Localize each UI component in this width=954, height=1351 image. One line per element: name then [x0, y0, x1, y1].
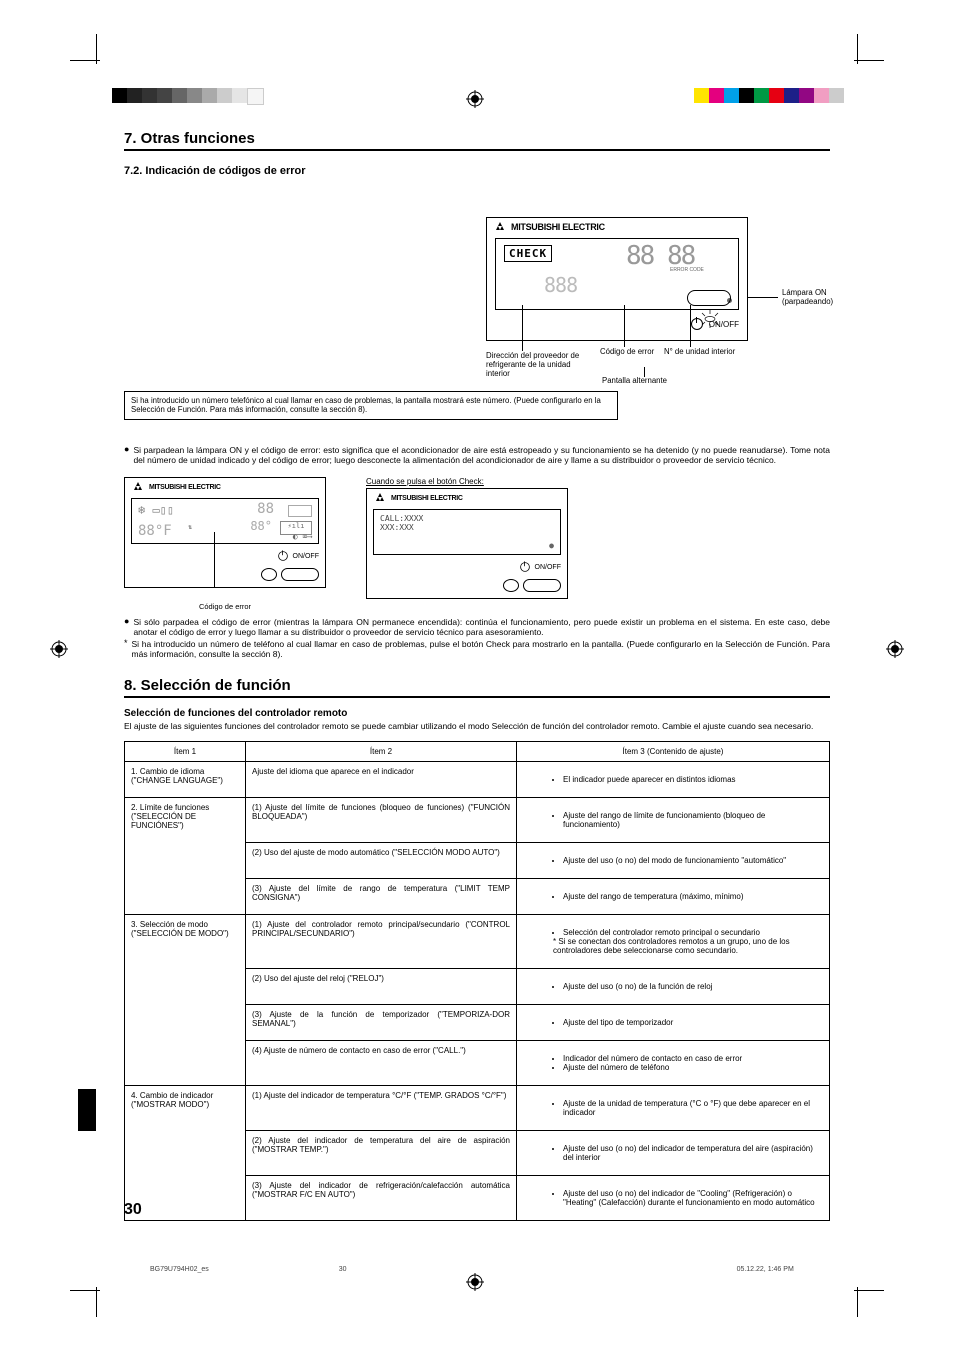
lamp-glow-icon — [699, 310, 721, 330]
brand-label: MITSUBISHI ELECTRIC — [511, 222, 605, 232]
item1-cell: 4. Cambio de indicador ("MOSTRAR MODO") — [125, 1086, 246, 1221]
item1-cell: 2. Límite de funciones ("SELECCIÓN DE FU… — [125, 798, 246, 915]
item2-cell: (1) Ajuste del indicador de temperatura … — [246, 1086, 517, 1131]
remote-small-left: MITSUBISHI ELECTRIC ❄ ▭▯▯ 88 88°F ⇅ 88° … — [124, 477, 326, 588]
item2-cell: (1) Ajuste del controlador remoto princi… — [246, 915, 517, 969]
item3-cell: Ajuste del rango de temperatura (máximo,… — [517, 879, 830, 915]
button-shape — [523, 579, 561, 592]
item2-cell: (3) Ajuste del indicador de refrigeració… — [246, 1176, 517, 1221]
callout-altscreen: Pantalla alternante — [602, 377, 667, 386]
button-shape — [281, 568, 319, 581]
item3-cell: Ajuste del uso (o no) del indicador de "… — [517, 1176, 830, 1221]
error-code-tiny-label: ERROR CODE — [670, 267, 704, 273]
lamp-button-shape — [261, 568, 277, 581]
item2-cell: (2) Uso del ajuste del reloj ("RELOJ") — [246, 969, 517, 1005]
table-row: 4. Cambio de indicador ("MOSTRAR MODO")(… — [125, 1086, 830, 1131]
content: 7. Otras funciones 7.2. Indicación de có… — [124, 130, 830, 1221]
table-header-1: Ítem 1 — [125, 742, 246, 762]
onoff-label: ON/OFF — [293, 553, 319, 560]
brand-label: MITSUBISHI ELECTRIC — [391, 495, 463, 502]
table-header-3: Ítem 3 (Contenido de ajuste) — [517, 742, 830, 762]
mitsubishi-logo-icon — [131, 482, 145, 492]
remote-illustration: MITSUBISHI ELECTRIC CHECK 88 88 ERROR CO… — [486, 217, 748, 341]
section-8-intro-title: Selección de funciones del controlador r… — [124, 708, 830, 719]
item2-cell: (2) Uso del ajuste de modo automático ("… — [246, 843, 517, 879]
table-header-2: Ítem 2 — [246, 742, 517, 762]
callout-unitno: N° de unidad interior — [664, 348, 735, 357]
button-shape — [687, 290, 731, 306]
function-table: Ítem 1 Ítem 2 Ítem 3 (Contenido de ajust… — [124, 741, 830, 1221]
item2-cell: (4) Ajuste de número de contacto en caso… — [246, 1041, 517, 1086]
registration-mark-icon — [466, 1273, 484, 1291]
color-bar-left — [112, 88, 264, 105]
table-row: 3. Selección de modo ("SELECCIÓN DE MODO… — [125, 915, 830, 969]
item3-cell: Ajuste del uso (o no) del modo de funcio… — [517, 843, 830, 879]
callout-lamp: Lámpara ON (parpadeando) — [782, 289, 833, 307]
item2-cell: (2) Ajuste del indicador de temperatura … — [246, 1131, 517, 1176]
item3-cell: Ajuste del uso (o no) de la función de r… — [517, 969, 830, 1005]
footer-file: BG79U794H02_es — [150, 1266, 209, 1273]
footer-page: 30 — [339, 1266, 347, 1273]
bullet-1: ● Si parpadean la lámpara ON y el código… — [124, 445, 830, 465]
lcd-small: CALL:XXXX XXX:XXX ● — [373, 509, 561, 555]
item3-cell: Ajuste del tipo de temporizador — [517, 1005, 830, 1041]
lamp-button-shape — [503, 579, 519, 592]
item3-cell: El indicador puede aparecer en distintos… — [517, 762, 830, 798]
onoff-label: ON/OFF — [535, 564, 561, 571]
star-note-text: Si ha introducido un número de teléfono … — [132, 639, 830, 659]
brand-label: MITSUBISHI ELECTRIC — [149, 484, 221, 491]
registration-mark-icon — [50, 640, 68, 658]
small-figures-row: MITSUBISHI ELECTRIC ❄ ▭▯▯ 88 88°F ⇅ 88° … — [124, 477, 830, 611]
lcd-small: ❄ ▭▯▯ 88 88°F ⇅ 88° ⚡ılı ◐ ⌧⟶ — [131, 498, 319, 544]
seven-segment-mid: 888 — [544, 273, 577, 297]
section-7-2-title: 7.2. Indicación de códigos de error — [124, 165, 830, 177]
callout-refrigerant: Dirección del proveedor de refrigerante … — [486, 352, 596, 379]
page: 7. Otras funciones 7.2. Indicación de có… — [0, 0, 954, 1351]
table-row: 2. Límite de funciones ("SELECCIÓN DE FU… — [125, 798, 830, 843]
asterisk-icon: * — [124, 639, 128, 659]
item3-cell: Ajuste de la unidad de temperatura (°C o… — [517, 1086, 830, 1131]
mitsubishi-logo-icon — [493, 222, 507, 232]
bullet-1-text: Si parpadean la lámpara ON y el código d… — [133, 445, 830, 465]
item3-cell: Selección del controlador remoto princip… — [517, 915, 830, 969]
section-8-intro-text: El ajuste de las siguientes funciones de… — [124, 721, 830, 731]
item3-cell: Ajuste del uso (o no) del indicador de t… — [517, 1131, 830, 1176]
bullet-icon: ● — [124, 445, 129, 465]
item2-cell: (3) Ajuste de la función de temporizador… — [246, 1005, 517, 1041]
star-note: * Si ha introducido un número de teléfon… — [124, 639, 830, 659]
page-number: 30 — [124, 1201, 142, 1219]
item2-cell: (1) Ajuste del límite de funciones (bloq… — [246, 798, 517, 843]
remote-small-right: MITSUBISHI ELECTRIC CALL:XXXX XXX:XXX ● … — [366, 488, 568, 599]
item3-cell: Ajuste del rango de límite de funcionami… — [517, 798, 830, 843]
figure-large-remote: MITSUBISHI ELECTRIC CHECK 88 88 ERROR CO… — [124, 217, 830, 437]
small-fig-caption: Código de error — [124, 602, 326, 611]
item3-cell: Indicador del número de contacto en caso… — [517, 1041, 830, 1086]
note-box: Si ha introducido un número telefónico a… — [124, 391, 618, 420]
bullet-icon: ● — [124, 617, 129, 637]
item2-cell: (3) Ajuste del límite de rango de temper… — [246, 879, 517, 915]
mitsubishi-logo-icon — [373, 493, 387, 503]
section-8-title: 8. Selección de función — [124, 677, 830, 698]
section-7-title: 7. Otras funciones — [124, 130, 830, 151]
bullet-2: ● Si sólo parpadea el código de error (m… — [124, 617, 830, 637]
color-bar-right — [694, 88, 844, 103]
power-icon — [278, 551, 288, 561]
check-indicator: CHECK — [504, 245, 552, 262]
side-tab — [78, 1089, 96, 1131]
power-icon — [520, 562, 530, 572]
check-press-caption: Cuando se pulsa el botón Check: — [366, 477, 568, 486]
footer-datetime: 05.12.22, 1:46 PM — [737, 1266, 794, 1273]
bullet-2-text: Si sólo parpadea el código de error (mie… — [133, 617, 830, 637]
registration-mark-icon — [466, 90, 484, 108]
item1-cell: 3. Selección de modo ("SELECCIÓN DE MODO… — [125, 915, 246, 1086]
footer: BG79U794H02_es 30 05.12.22, 1:46 PM — [150, 1266, 794, 1273]
item1-cell: 1. Cambio de idioma ("CHANGE LANGUAGE") — [125, 762, 246, 798]
item2-cell: Ajuste del idioma que aparece en el indi… — [246, 762, 517, 798]
registration-mark-icon — [886, 640, 904, 658]
callout-errorcode: Código de error — [600, 348, 654, 357]
table-row: 1. Cambio de idioma ("CHANGE LANGUAGE")A… — [125, 762, 830, 798]
